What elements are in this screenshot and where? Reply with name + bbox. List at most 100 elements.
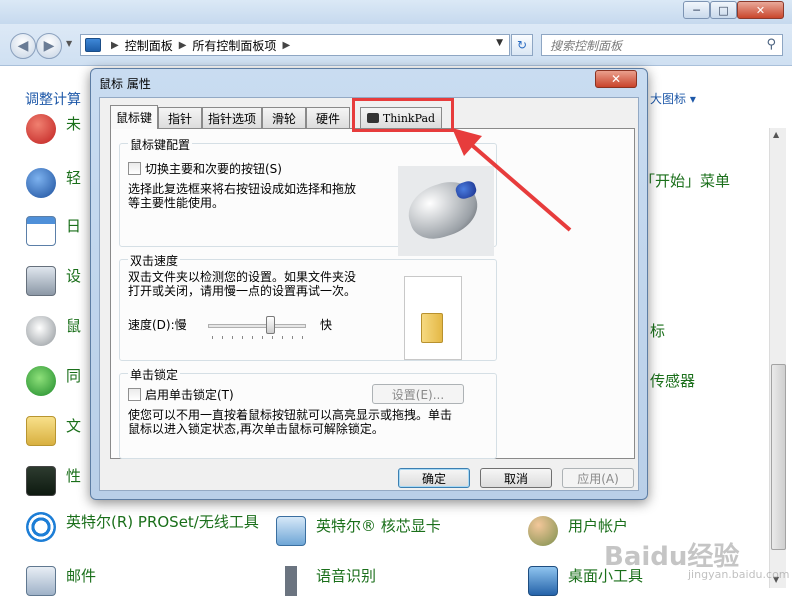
item-label: 设 — [66, 267, 82, 285]
list-item[interactable]: 鼠 — [26, 316, 81, 346]
maximize-button[interactable]: □ — [710, 1, 737, 19]
click-lock-settings-button[interactable]: 设置(E)... — [372, 384, 464, 404]
search-input[interactable]: 搜索控制面板 ⚲ — [541, 34, 783, 56]
item-label: 用户帐户 — [568, 517, 629, 535]
minimize-button[interactable]: ─ — [683, 1, 710, 19]
group-title: 鼠标键配置 — [128, 136, 193, 153]
scroll-up-icon[interactable]: ▲ — [773, 130, 779, 139]
item-label: 英特尔® 核芯显卡 — [316, 517, 441, 535]
item-label: 性 — [66, 467, 82, 485]
tab-buttons[interactable]: 鼠标键 — [110, 105, 158, 129]
item-label: 语音识别 — [316, 567, 377, 585]
list-item[interactable]: 语音识别 — [276, 566, 376, 596]
desc-line: 打开或关闭，请用慢一点的设置再试一次。 — [128, 284, 357, 298]
item-label: 文 — [66, 417, 82, 435]
list-item[interactable]: 标 — [650, 321, 665, 341]
list-item[interactable]: 「开始」菜单 — [640, 171, 730, 191]
folder-icon[interactable] — [421, 313, 443, 343]
refresh-icon: ↻ — [516, 38, 528, 52]
list-item[interactable]: 英特尔® 核芯显卡 — [276, 516, 441, 546]
chevron-down-icon[interactable]: ▼ — [496, 38, 503, 48]
list-item[interactable]: 性 — [26, 466, 81, 496]
vertical-scrollbar[interactable]: ▲ ▼ — [769, 128, 786, 588]
printer-icon — [26, 266, 56, 296]
apply-button[interactable]: 应用(A) — [562, 468, 634, 488]
tab-wheel[interactable]: 滑轮 — [262, 107, 306, 128]
item-label: 「开始」菜单 — [640, 172, 731, 190]
list-item[interactable]: 未 — [26, 114, 81, 144]
tab-pointer-options[interactable]: 指针选项 — [202, 107, 262, 128]
accessibility-icon — [26, 168, 56, 198]
search-placeholder: 搜索控制面板 — [550, 38, 623, 53]
ok-button[interactable]: 确定 — [398, 468, 470, 488]
breadcrumb-separator: ▶ — [178, 39, 187, 51]
back-button[interactable]: ◀ — [10, 33, 36, 59]
sync-icon — [26, 366, 56, 396]
wifi-icon — [26, 512, 56, 542]
control-panel-icon — [85, 38, 101, 52]
item-label: 邮件 — [66, 567, 97, 585]
annotation-arrow-icon — [452, 128, 572, 232]
mail-icon — [26, 566, 56, 596]
baidu-watermark-url: jingyan.baidu.com — [688, 568, 790, 581]
tab-hardware[interactable]: 硬件 — [306, 107, 350, 128]
item-label: 英特尔(R) PROSet/无线工具 — [66, 513, 259, 531]
desc-line: 双击文件夹以检测您的设置。如果文件夹没 — [128, 270, 357, 284]
slider-thumb[interactable] — [266, 316, 275, 334]
slider-tick — [222, 336, 223, 339]
double-click-speed-slider[interactable] — [208, 324, 306, 328]
item-label: 鼠 — [66, 317, 82, 335]
mouse-icon — [26, 316, 56, 346]
item-label: 未 — [66, 115, 82, 133]
refresh-button[interactable]: ↻ — [511, 34, 533, 56]
arrow-right-icon: ▶ — [43, 38, 55, 54]
fast-label: 快 — [320, 318, 333, 332]
forward-button[interactable]: ▶ — [36, 33, 62, 59]
view-by-dropdown[interactable]: 大图标 ▾ — [650, 90, 696, 107]
double-click-speed-group: 双击速度 双击文件夹以检测您的设置。如果文件夹没 打开或关闭，请用慢一点的设置再… — [119, 252, 497, 361]
slider-tick — [252, 336, 253, 339]
group-title: 双击速度 — [128, 252, 181, 269]
tab-pointers[interactable]: 指针 — [158, 107, 202, 128]
click-lock-checkbox[interactable]: 启用单击锁定(T) — [128, 386, 234, 403]
checkbox-box[interactable] — [128, 162, 141, 175]
click-lock-group: 单击锁定 启用单击锁定(T) 设置(E)... 使您可以不用一直按着鼠标按钮就可… — [119, 366, 497, 459]
checkbox-label: 启用单击锁定(T) — [145, 388, 234, 402]
list-item[interactable]: 传感器 — [650, 371, 695, 391]
performance-icon — [26, 466, 56, 496]
address-bar[interactable]: ▶ 控制面板 ▶ 所有控制面板项 ▶ ▼ — [80, 34, 510, 56]
desc-line: 等主要性能使用。 — [128, 196, 225, 210]
list-item[interactable]: 设 — [26, 266, 81, 296]
test-folder-area[interactable] — [404, 276, 462, 360]
intel-graphics-icon — [276, 516, 306, 546]
breadcrumb-all-items[interactable]: 所有控制面板项 — [192, 37, 276, 54]
desc-line: 鼠标以进入锁定状态,再次单击鼠标可解除锁定。 — [128, 422, 384, 436]
list-item[interactable]: 日 — [26, 216, 81, 246]
item-label: 标 — [650, 322, 666, 340]
recent-pages-dropdown[interactable]: ▼ — [66, 39, 72, 48]
slider-tick — [212, 336, 213, 339]
dialog-close-button[interactable]: ✕ — [595, 70, 637, 88]
breadcrumb-control-panel[interactable]: 控制面板 — [125, 37, 173, 54]
slider-tick — [262, 336, 263, 339]
list-item[interactable]: 同 — [26, 366, 81, 396]
slider-tick — [272, 336, 273, 339]
close-button[interactable]: ✕ — [737, 1, 784, 19]
breadcrumb-separator: ▶ — [111, 39, 119, 51]
list-item[interactable]: 文 — [26, 416, 81, 446]
slider-tick — [282, 336, 283, 339]
speed-label: 速度(D):慢 — [128, 318, 187, 332]
search-icon[interactable]: ⚲ — [766, 37, 776, 52]
scroll-thumb[interactable] — [771, 364, 786, 550]
switch-buttons-checkbox[interactable]: 切换主要和次要的按钮(S) — [128, 160, 282, 177]
desc-line: 选择此复选框来将右按钮设成如选择和拖放 — [128, 182, 357, 196]
item-label: 同 — [66, 367, 82, 385]
slider-tick — [242, 336, 243, 339]
list-item[interactable]: 英特尔(R) PROSet/无线工具 — [26, 512, 266, 542]
click-lock-description: 使您可以不用一直按着鼠标按钮就可以高亮显示或拖拽。单击 鼠标以进入锁定状态,再次… — [128, 408, 452, 436]
cancel-button[interactable]: 取消 — [480, 468, 552, 488]
list-item[interactable]: 邮件 — [26, 566, 96, 596]
list-item[interactable]: 轻 — [26, 168, 81, 198]
folder-options-icon — [26, 416, 56, 446]
checkbox-box[interactable] — [128, 388, 141, 401]
